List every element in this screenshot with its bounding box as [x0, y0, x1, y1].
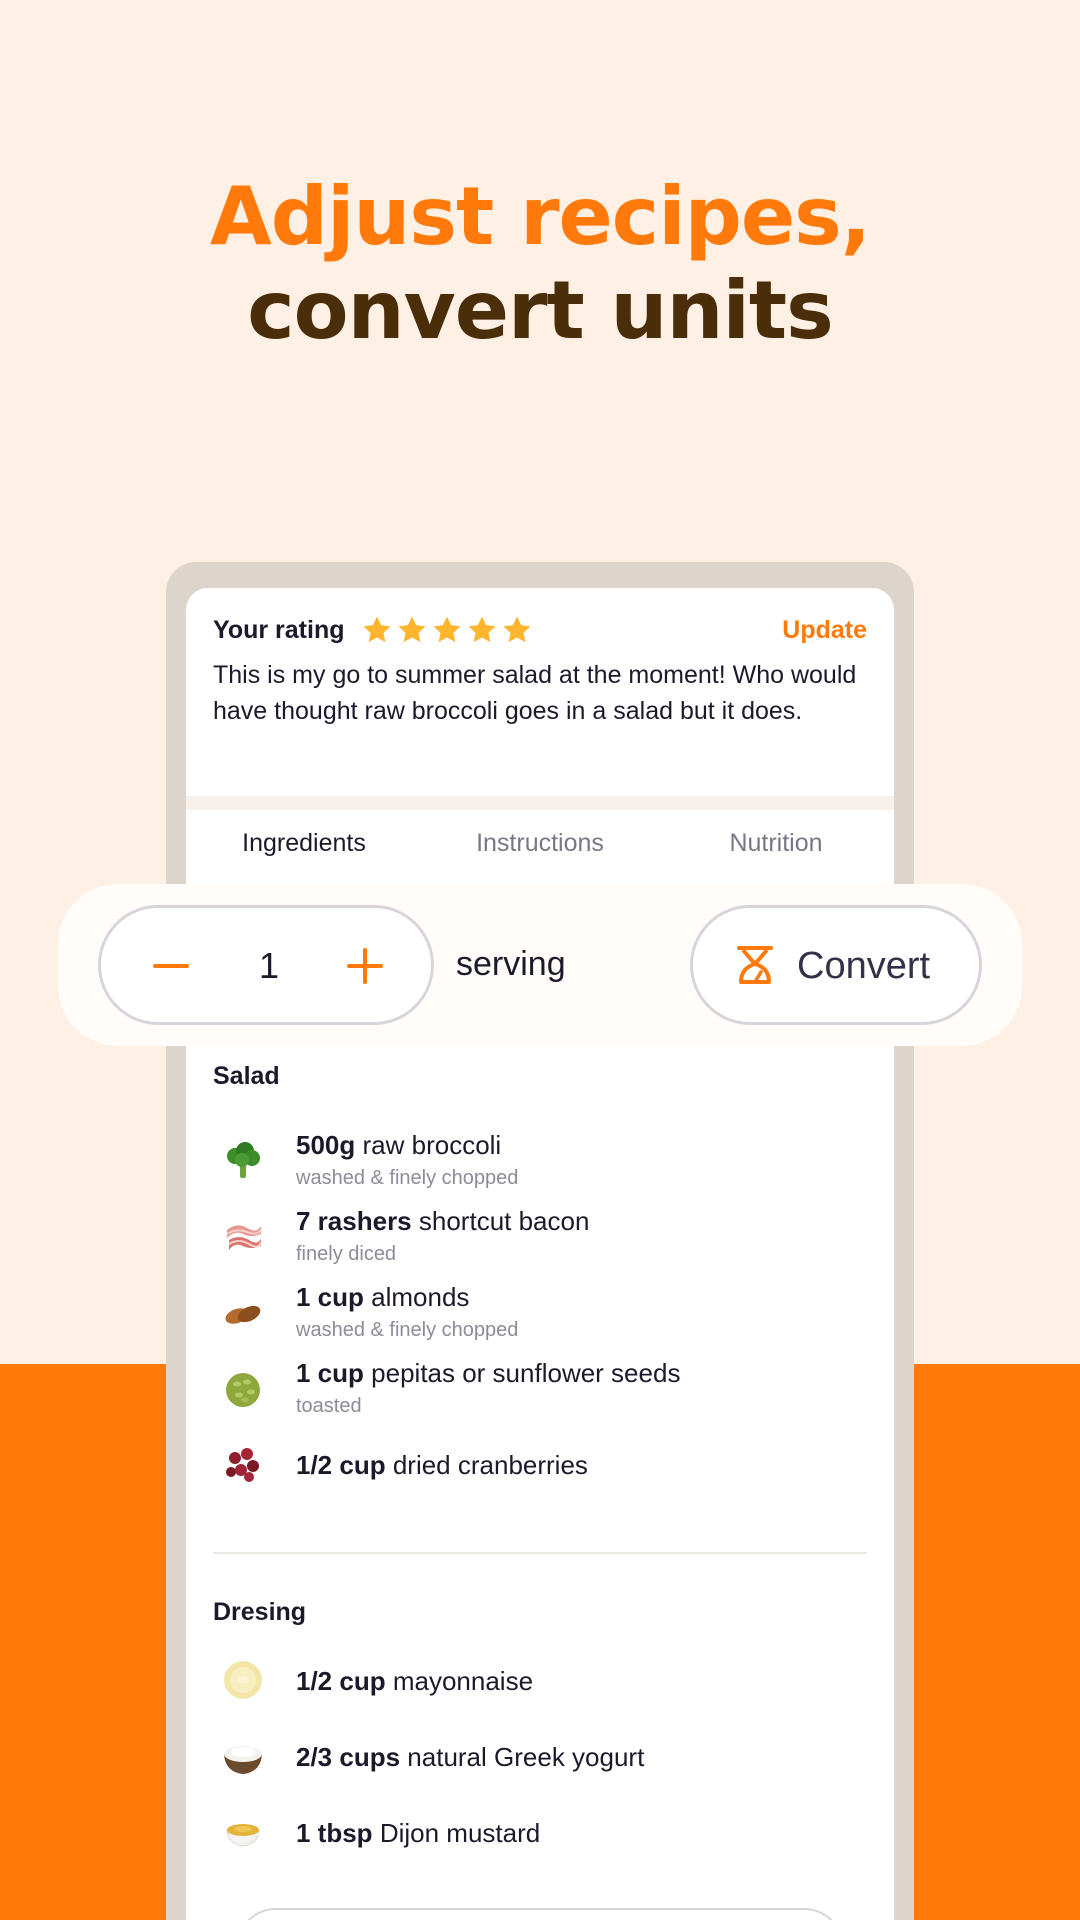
serving-count: 1	[258, 945, 280, 986]
headline-line-2: convert units	[247, 264, 833, 357]
star-icon[interactable]	[465, 613, 499, 647]
star-rating[interactable]	[360, 613, 535, 647]
plus-icon[interactable]	[337, 938, 393, 994]
section-title-salad: Salad	[213, 1062, 280, 1090]
update-rating-link[interactable]: Update	[782, 616, 867, 645]
section-separator	[186, 796, 894, 810]
ingredient-quantity: 7 rashers	[296, 1206, 412, 1236]
rating-row: Your rating Update	[213, 610, 867, 650]
ingredient-note: washed & finely chopped	[296, 1319, 519, 1341]
ingredient-text: 500g raw broccoli	[296, 1128, 501, 1162]
ingredient-name: raw broccoli	[362, 1130, 502, 1160]
list-item[interactable]: 1/2 cup dried cranberries	[213, 1448, 853, 1518]
section-title-dressing: Dresing	[213, 1598, 307, 1626]
ingredient-quantity: 1 cup	[296, 1282, 364, 1312]
convert-button[interactable]: Convert	[690, 905, 982, 1025]
section-divider	[213, 1552, 867, 1554]
rating-label: Your rating	[213, 615, 345, 644]
list-item[interactable]: 1 cup pepitas or sunflower seeds toasted	[213, 1356, 853, 1426]
cranberry-icon	[226, 1448, 259, 1482]
list-item[interactable]: 1 tbsp Dijon mustard	[213, 1816, 853, 1886]
scale-icon	[737, 946, 773, 984]
headline: Adjust recipes, convert units	[0, 170, 1080, 358]
headline-line-1: Adjust recipes,	[209, 170, 871, 263]
ingredient-text: 2/3 cups natural Greek yogurt	[296, 1740, 644, 1774]
ingredient-text: 1/2 cup mayonnaise	[296, 1664, 533, 1698]
serving-label: serving	[456, 945, 566, 983]
almond-icon	[225, 1305, 261, 1324]
seeds-icon	[226, 1373, 260, 1407]
mayonnaise-icon	[224, 1661, 262, 1699]
star-icon[interactable]	[395, 613, 429, 647]
star-icon[interactable]	[430, 613, 464, 647]
ingredient-name: shortcut bacon	[418, 1206, 590, 1236]
ingredient-text: 1 cup almonds	[296, 1280, 469, 1314]
star-icon[interactable]	[500, 613, 534, 647]
ingredient-note: toasted	[296, 1395, 362, 1417]
ingredient-text: 1 tbsp Dijon mustard	[296, 1816, 540, 1850]
serving-stepper: 1	[98, 905, 434, 1025]
serving-control-bar: 1 serving Convert	[58, 884, 1022, 1046]
ingredient-name: pepitas or sunflower seeds	[371, 1358, 681, 1388]
ingredient-name: Dijon mustard	[379, 1818, 541, 1848]
convert-label: Convert	[797, 945, 931, 987]
ingredient-note: finely diced	[296, 1243, 397, 1265]
mustard-icon	[226, 1824, 260, 1847]
yogurt-icon	[224, 1746, 262, 1774]
ingredient-text: 7 rashers shortcut bacon	[296, 1204, 589, 1238]
ingredient-quantity: 1/2 cup	[296, 1666, 386, 1696]
recipe-tabs: Ingredients Instructions Nutrition	[186, 820, 894, 886]
phone-frame: Your rating Update This is my go to summ…	[166, 562, 914, 1920]
ingredient-quantity: 500g	[296, 1130, 356, 1160]
bottom-action-button[interactable]	[236, 1908, 844, 1920]
star-icon[interactable]	[360, 613, 394, 647]
minus-icon[interactable]	[143, 938, 199, 994]
broccoli-icon	[227, 1142, 260, 1178]
list-item[interactable]: 1 cup almonds washed & finely chopped	[213, 1280, 853, 1350]
ingredient-quantity: 2/3 cups	[296, 1742, 401, 1772]
ingredient-note: washed & finely chopped	[296, 1167, 519, 1189]
review-text: This is my go to summer salad at the mom…	[213, 661, 857, 725]
ingredient-quantity: 1 cup	[296, 1358, 364, 1388]
tab-ingredients[interactable]: Ingredients	[186, 820, 422, 886]
tab-instructions[interactable]: Instructions	[422, 820, 658, 886]
list-item[interactable]: 500g raw broccoli washed & finely choppe…	[213, 1128, 853, 1198]
ingredient-quantity: 1 tbsp	[296, 1818, 373, 1848]
ingredient-name: mayonnaise	[392, 1666, 534, 1696]
list-item[interactable]: 7 rashers shortcut bacon finely diced	[213, 1204, 853, 1274]
tab-nutrition[interactable]: Nutrition	[658, 820, 894, 886]
ingredient-name: natural Greek yogurt	[407, 1742, 645, 1772]
list-item[interactable]: 1/2 cup mayonnaise	[213, 1661, 853, 1734]
ingredient-text: 1/2 cup dried cranberries	[296, 1448, 588, 1482]
ingredient-name: almonds	[371, 1282, 470, 1312]
ingredient-text: 1 cup pepitas or sunflower seeds	[296, 1356, 680, 1390]
ingredient-quantity: 1/2 cup	[296, 1450, 386, 1480]
bacon-icon	[226, 1225, 262, 1250]
list-item[interactable]: 2/3 cups natural Greek yogurt	[213, 1740, 853, 1810]
recipe-screen: Your rating Update This is my go to summ…	[186, 588, 894, 1920]
ingredient-name: dried cranberries	[392, 1450, 588, 1480]
